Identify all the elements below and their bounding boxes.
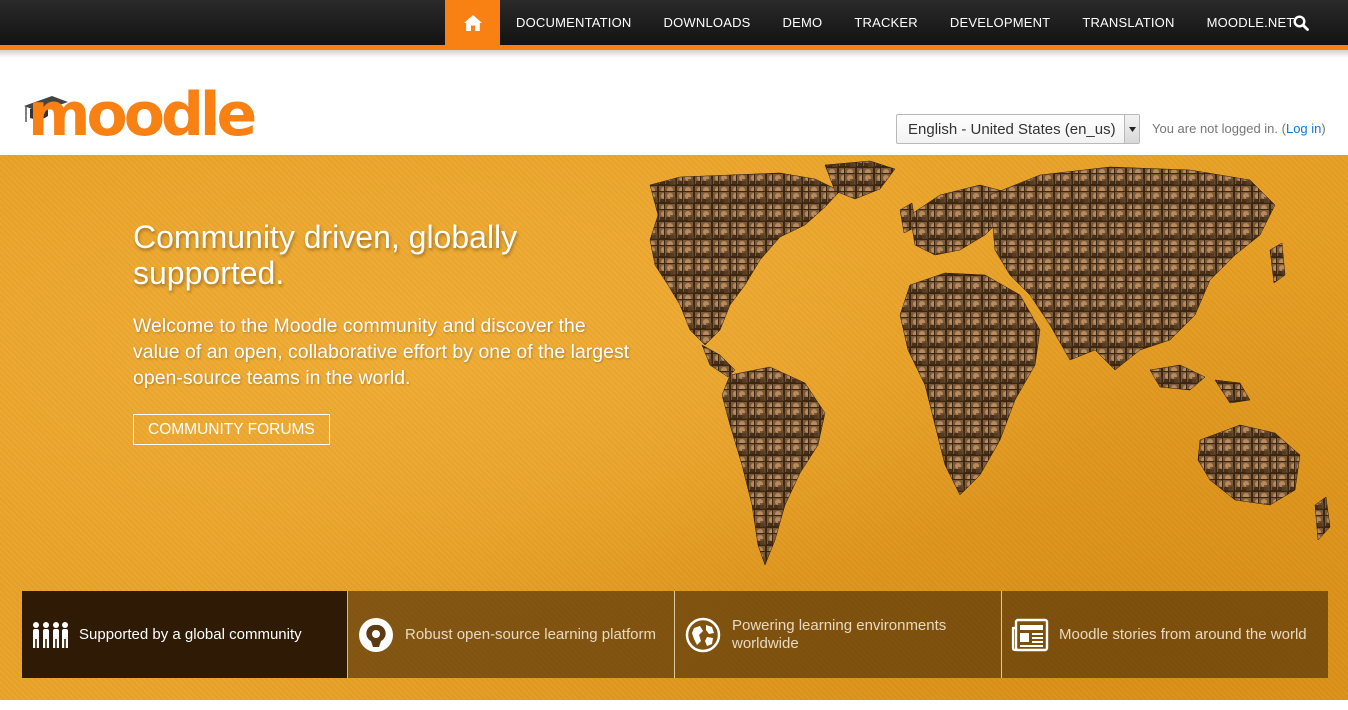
world-map-image: [649, 160, 1331, 566]
nav-item-translation[interactable]: TRANSLATION: [1066, 0, 1190, 46]
feature-label: Supported by a global community: [79, 625, 302, 643]
language-select-value: English - United States (en_us): [908, 121, 1116, 138]
hero-description: Welcome to the Moodle community and disc…: [133, 315, 630, 389]
nav-item-tracker[interactable]: TRACKER: [838, 0, 934, 46]
login-info-close: ): [1321, 121, 1326, 136]
login-info-text: You are not logged in. (: [1152, 121, 1286, 136]
language-select[interactable]: English - United States (en_us): [896, 114, 1140, 144]
nav-menu: DOCUMENTATION DOWNLOADS DEMO TRACKER DEV…: [500, 0, 1311, 46]
nav-item-development[interactable]: DEVELOPMENT: [934, 0, 1066, 46]
feature-worldwide[interactable]: Powering learning environments worldwide: [675, 591, 1002, 678]
login-link[interactable]: Log in: [1286, 121, 1321, 136]
feature-label: Robust open-source learning platform: [405, 625, 656, 643]
moodle-logo[interactable]: moodle: [22, 80, 257, 150]
feature-global-community[interactable]: Supported by a global community: [22, 591, 348, 678]
nav-shadow: [0, 50, 1348, 58]
feature-open-source[interactable]: Robust open-source learning platform: [348, 591, 675, 678]
community-forums-button[interactable]: COMMUNITY FORUMS: [133, 414, 330, 445]
feature-label: Powering learning environments worldwide: [732, 616, 947, 652]
nav-item-documentation[interactable]: DOCUMENTATION: [500, 0, 648, 46]
hero-title: Community driven, globally supported.: [133, 219, 518, 291]
people-icon: [30, 617, 70, 653]
newspaper-icon: [1010, 617, 1050, 653]
feature-stories[interactable]: Moodle stories from around the world: [1002, 591, 1328, 678]
nav-item-downloads[interactable]: DOWNLOADS: [648, 0, 767, 46]
chevron-down-icon: [1124, 115, 1139, 143]
globe-icon: [683, 617, 723, 653]
search-button[interactable]: [1286, 8, 1316, 38]
home-button[interactable]: [445, 0, 500, 46]
logo-text: moodle: [28, 80, 257, 150]
hero-banner: Community driven, globally supported. We…: [0, 155, 1348, 700]
login-info: You are not logged in. (Log in): [1152, 121, 1326, 136]
open-source-icon: [356, 617, 396, 653]
search-icon: [1293, 15, 1309, 31]
feature-label: Moodle stories from around the world: [1059, 625, 1307, 643]
nav-item-demo[interactable]: DEMO: [767, 0, 839, 46]
home-icon: [463, 15, 482, 31]
feature-panels: Supported by a global community Robust o…: [22, 591, 1328, 678]
